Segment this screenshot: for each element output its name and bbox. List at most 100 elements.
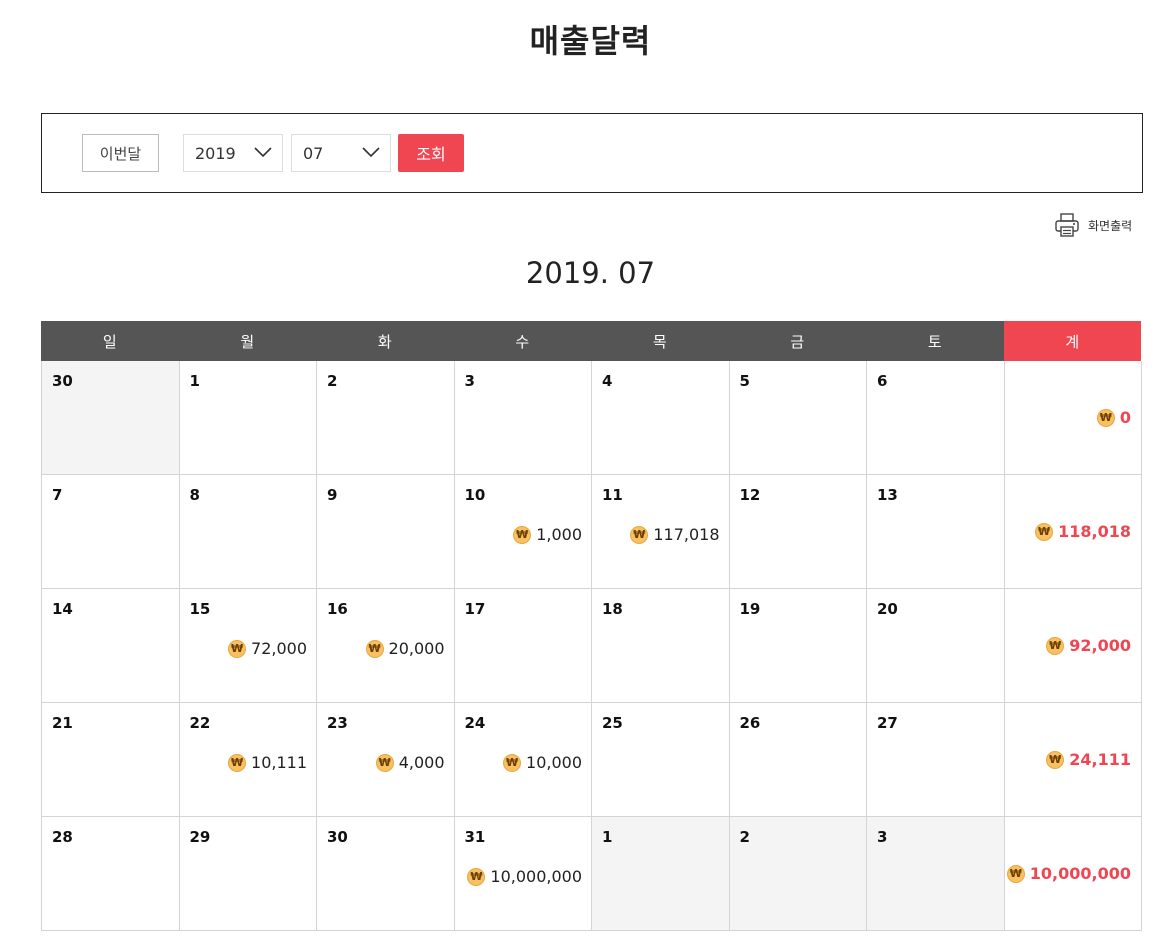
weekly-total-cell: ₩118,018 <box>1004 475 1142 589</box>
day-number: 18 <box>602 600 623 618</box>
calendar-day-cell[interactable]: 26 <box>729 703 867 817</box>
calendar-day-cell[interactable]: 30 <box>317 817 455 931</box>
total-value: 24,111 <box>1069 750 1131 769</box>
calendar-day-cell[interactable]: 28 <box>42 817 180 931</box>
calendar-day-cell[interactable]: 5 <box>729 361 867 475</box>
calendar-body: 30 1 2 3 4 5 6 ₩0 7 8 9 10 ₩1,000 11 ₩117,018 12 13 ₩118,… <box>41 361 1142 931</box>
day-number: 11 <box>602 486 623 504</box>
weekday-thu: 목 <box>591 321 729 361</box>
won-coin-icon: ₩ <box>228 639 247 658</box>
day-number: 29 <box>189 828 211 846</box>
amount-value: 20,000 <box>388 639 445 658</box>
chevron-down-icon <box>362 147 380 158</box>
day-number: 4 <box>602 372 613 390</box>
calendar-day-cell[interactable]: 2 <box>729 817 867 931</box>
month-select-value: 07 <box>303 143 324 163</box>
won-coin-icon: ₩ <box>467 867 486 886</box>
weekly-total-cell: ₩10,000,000 <box>1004 817 1142 931</box>
won-coin-icon: ₩ <box>1046 636 1065 655</box>
calendar-day-cell[interactable]: 9 <box>317 475 455 589</box>
calendar-day-cell[interactable]: 23 ₩4,000 <box>317 703 455 817</box>
calendar-day-cell[interactable]: 1 <box>179 361 317 475</box>
this-month-button[interactable]: 이번달 <box>82 134 159 172</box>
day-number: 27 <box>877 714 898 732</box>
chevron-down-icon <box>254 147 272 158</box>
day-number: 3 <box>464 372 475 390</box>
day-number: 25 <box>602 714 623 732</box>
daily-sales-amount: ₩1,000 <box>513 525 582 544</box>
amount-value: 117,018 <box>653 525 720 544</box>
weekly-total-cell: ₩92,000 <box>1004 589 1142 703</box>
day-number: 30 <box>52 372 73 390</box>
day-number: 12 <box>739 486 761 504</box>
day-number: 1 <box>602 828 613 846</box>
calendar-day-cell[interactable]: 29 <box>179 817 317 931</box>
month-select[interactable]: 07 <box>291 134 391 172</box>
total-value: 118,018 <box>1058 522 1131 541</box>
weekday-wed: 수 <box>453 321 591 361</box>
calendar-day-cell[interactable]: 16 ₩20,000 <box>317 589 455 703</box>
won-coin-icon: ₩ <box>1035 522 1054 541</box>
total-value: 92,000 <box>1069 636 1131 655</box>
day-number: 13 <box>877 486 898 504</box>
calendar-day-cell[interactable]: 19 <box>729 589 867 703</box>
day-number: 14 <box>52 600 73 618</box>
won-coin-icon: ₩ <box>228 753 247 772</box>
day-number: 23 <box>327 714 348 732</box>
calendar-day-cell[interactable]: 27 <box>867 703 1005 817</box>
calendar-day-cell[interactable]: 21 <box>42 703 180 817</box>
calendar-day-cell[interactable]: 22 ₩10,111 <box>179 703 317 817</box>
day-number: 22 <box>189 714 211 732</box>
calendar-day-cell[interactable]: 12 <box>729 475 867 589</box>
filter-panel: 이번달 2019 07 조회 <box>41 113 1143 193</box>
total-value: 0 <box>1119 408 1131 427</box>
day-number: 8 <box>189 486 200 504</box>
day-number: 9 <box>327 486 338 504</box>
calendar-day-cell[interactable]: 7 <box>42 475 180 589</box>
amount-value: 10,111 <box>251 753 307 772</box>
calendar-day-cell[interactable]: 24 ₩10,000 <box>454 703 592 817</box>
total-value: 10,000,000 <box>1029 864 1131 883</box>
day-number: 10 <box>464 486 486 504</box>
calendar-day-cell[interactable]: 1 <box>592 817 730 931</box>
calendar-day-cell[interactable]: 8 <box>179 475 317 589</box>
amount-value: 4,000 <box>398 753 445 772</box>
calendar-day-cell[interactable]: 11 ₩117,018 <box>592 475 730 589</box>
search-button[interactable]: 조회 <box>398 134 464 172</box>
calendar-week-row: 7 8 9 10 ₩1,000 11 ₩117,018 12 13 ₩118,018 <box>41 475 1142 589</box>
weekday-fri: 금 <box>728 321 866 361</box>
year-select[interactable]: 2019 <box>183 134 283 172</box>
calendar-day-cell[interactable]: 4 <box>592 361 730 475</box>
won-coin-icon: ₩ <box>1046 750 1065 769</box>
calendar-day-cell[interactable]: 15 ₩72,000 <box>179 589 317 703</box>
calendar-week-row: 21 22 ₩10,111 23 ₩4,000 24 ₩10,000 25 26 27 ₩24,11… <box>41 703 1142 817</box>
calendar-day-cell[interactable]: 3 <box>867 817 1005 931</box>
weekday-sun: 일 <box>41 321 179 361</box>
calendar-day-cell[interactable]: 14 <box>42 589 180 703</box>
calendar-day-cell[interactable]: 31 ₩10,000,000 <box>454 817 592 931</box>
calendar-day-cell[interactable]: 18 <box>592 589 730 703</box>
calendar-day-cell[interactable]: 13 <box>867 475 1005 589</box>
calendar-day-cell[interactable]: 3 <box>454 361 592 475</box>
calendar-day-cell[interactable]: 20 <box>867 589 1005 703</box>
calendar-day-cell[interactable]: 25 <box>592 703 730 817</box>
won-coin-icon: ₩ <box>1006 864 1025 883</box>
calendar-day-cell[interactable]: 17 <box>454 589 592 703</box>
won-coin-icon: ₩ <box>375 753 394 772</box>
daily-sales-amount: ₩10,000,000 <box>467 867 582 886</box>
won-coin-icon: ₩ <box>503 753 522 772</box>
amount-value: 72,000 <box>251 639 307 658</box>
calendar-day-cell[interactable]: 30 <box>42 361 180 475</box>
calendar-day-cell[interactable]: 2 <box>317 361 455 475</box>
calendar-day-cell[interactable]: 10 ₩1,000 <box>454 475 592 589</box>
weekday-sat: 토 <box>866 321 1004 361</box>
won-coin-icon: ₩ <box>630 525 649 544</box>
day-number: 19 <box>739 600 761 618</box>
day-number: 5 <box>739 372 750 390</box>
amount-value: 10,000 <box>526 753 582 772</box>
day-number: 28 <box>52 828 73 846</box>
print-screen-link[interactable]: 화면출력 <box>1053 211 1132 239</box>
day-number: 6 <box>877 372 888 390</box>
calendar-day-cell[interactable]: 6 <box>867 361 1005 475</box>
page-title: 매출달력 <box>529 22 652 60</box>
